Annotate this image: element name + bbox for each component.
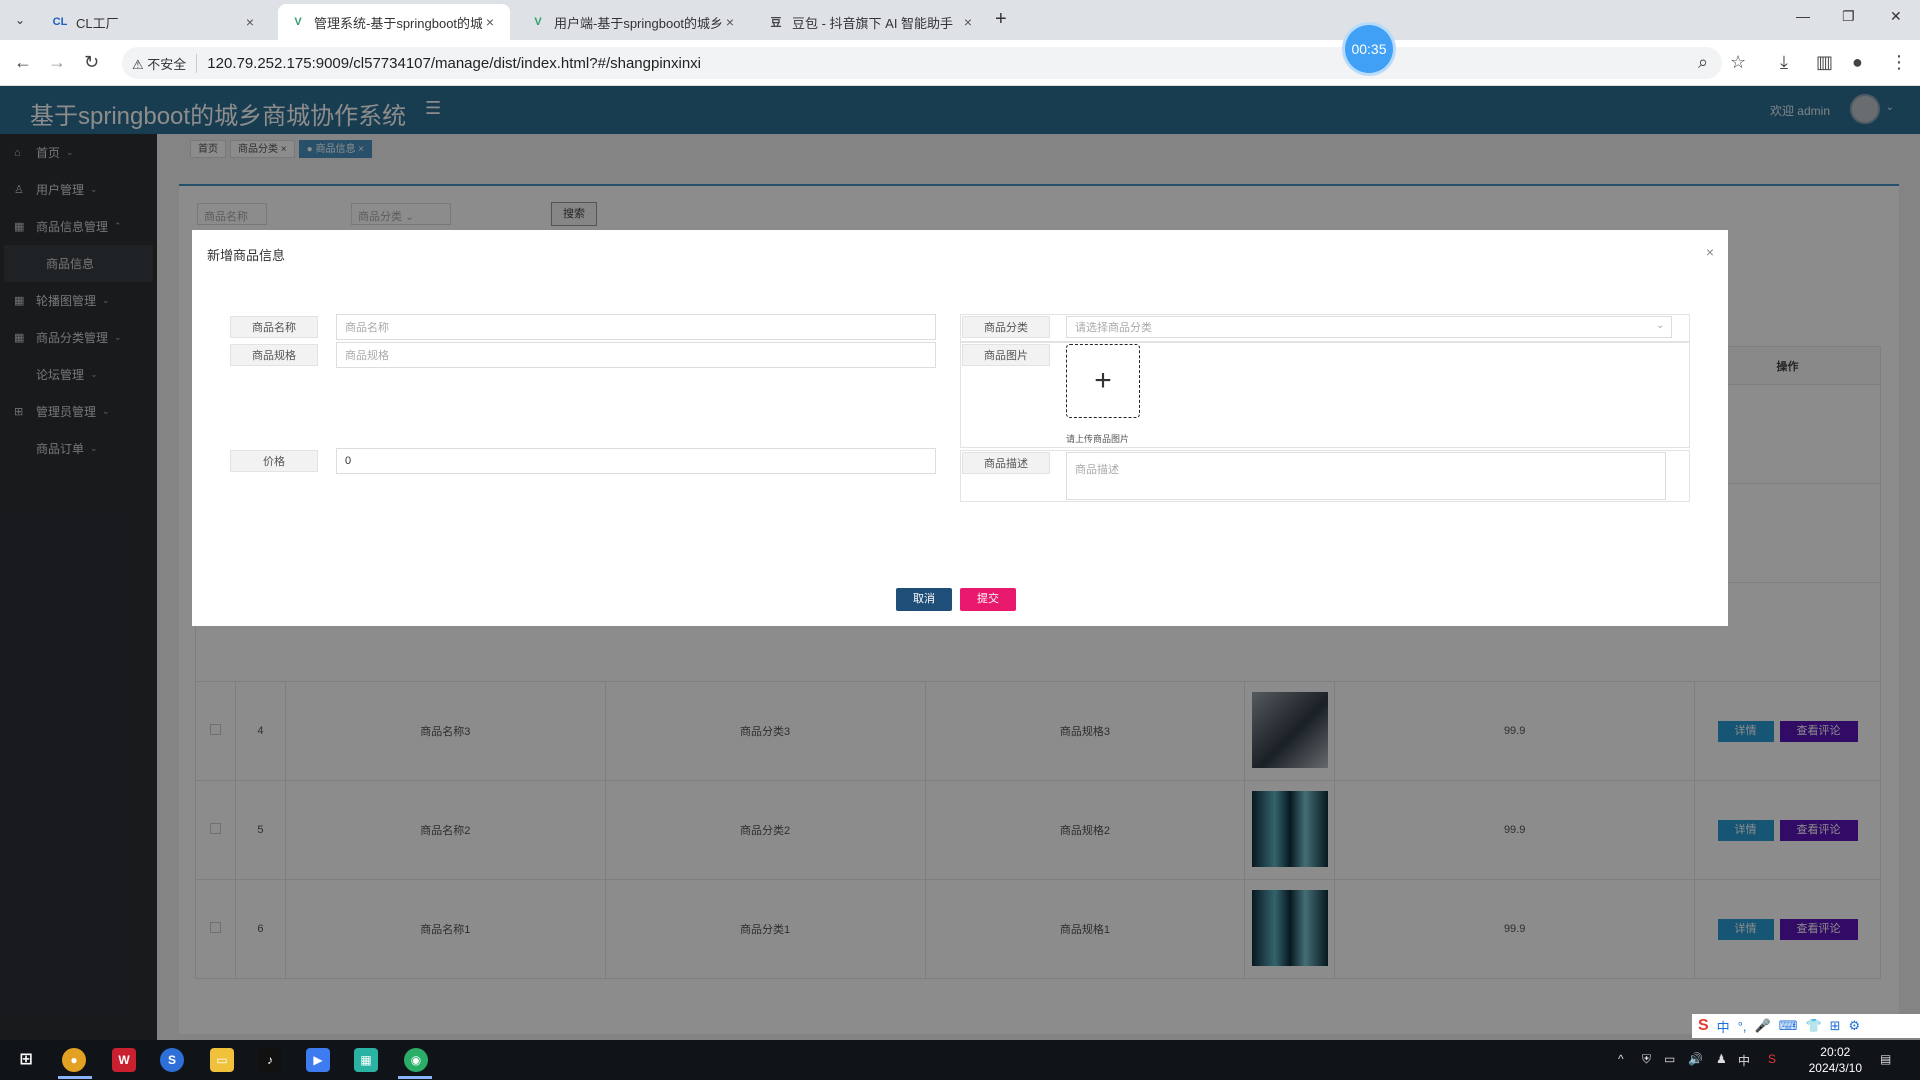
plus-icon: + — [1094, 364, 1112, 397]
security-indicator[interactable]: ⚠ 不安全 — [132, 53, 198, 73]
chevron-down-icon[interactable]: ⌄ — [1656, 320, 1664, 331]
vue-favicon-icon: V — [294, 16, 302, 28]
side-panel-icon[interactable]: ▥ — [1816, 52, 1833, 73]
tab-title: 管理系统-基于springboot的城 — [314, 15, 482, 31]
volume-icon[interactable]: 🔊 — [1688, 1052, 1703, 1066]
bookmark-star-icon[interactable]: ☆ — [1730, 52, 1746, 73]
skin-icon[interactable]: 👕 — [1805, 1018, 1821, 1034]
notification-icon[interactable]: ▤ — [1880, 1052, 1891, 1066]
system-clock[interactable]: 20:02 2024/3/10 — [1809, 1044, 1862, 1076]
category-select[interactable]: 请选择商品分类 — [1066, 316, 1672, 338]
tiktok-icon[interactable]: ♪ — [258, 1048, 282, 1072]
back-icon[interactable]: ← — [14, 52, 32, 73]
dialog-title: 新增商品信息 — [207, 248, 286, 263]
ime-indicator[interactable]: 中 — [1738, 1052, 1750, 1069]
upload-image-button[interactable]: + — [1066, 344, 1140, 418]
profile-icon[interactable]: ● — [1852, 52, 1863, 73]
download-icon[interactable]: ⤓ — [1780, 52, 1788, 73]
browser-app-icon[interactable]: S — [160, 1048, 184, 1072]
close-icon[interactable]: × — [242, 14, 258, 30]
keyboard-icon[interactable]: ⌨ — [1779, 1018, 1798, 1034]
product-spec-input[interactable]: 商品规格 — [336, 342, 936, 368]
windows-start-icon[interactable]: ⊞ — [14, 1048, 38, 1072]
cancel-button[interactable]: 取消 — [896, 588, 952, 611]
file-explorer-icon[interactable]: ▭ — [210, 1048, 234, 1072]
close-icon[interactable]: × — [722, 14, 738, 30]
add-product-dialog: 新增商品信息 × 商品名称 商品名称 商品规格 商品规格 价格 0 商品分类 请… — [192, 230, 1728, 626]
spec-label: 商品规格 — [230, 344, 318, 366]
address-bar[interactable]: ⚠ 不安全 120.79.252.175:9009/cl57734107/man… — [122, 47, 1722, 79]
cl-favicon-icon: CL — [52, 16, 68, 28]
sogou-logo-icon[interactable]: S — [1698, 1017, 1709, 1035]
product-name-input[interactable]: 商品名称 — [336, 314, 936, 340]
browser-tab-4[interactable]: 豆 豆包 - 抖音旗下 AI 智能助手 × — [756, 4, 988, 40]
url-text[interactable]: 120.79.252.175:9009/cl57734107/manage/di… — [207, 55, 701, 72]
store-app-icon[interactable]: ▦ — [354, 1048, 378, 1072]
windows-taskbar: ⊞ ● W S ▭ ♪ ▶ ▦ ◉ ^ ⛨ ▭ 🔊 ♟ 中 S 20:02 20… — [0, 1040, 1920, 1080]
tray-expand-icon[interactable]: ^ — [1618, 1052, 1624, 1066]
category-label: 商品分类 — [962, 316, 1050, 338]
minimize-icon[interactable]: — — [1796, 8, 1810, 24]
doubao-favicon-icon: 豆 — [770, 17, 782, 29]
forward-icon[interactable]: → — [48, 52, 66, 73]
media-player-icon[interactable]: ▶ — [306, 1048, 330, 1072]
name-label: 商品名称 — [230, 316, 318, 338]
punctuation-icon[interactable]: °, — [1738, 1019, 1747, 1034]
reload-icon[interactable]: ↻ — [84, 52, 99, 73]
shield-icon[interactable]: ⛨ — [1642, 1052, 1651, 1067]
tab-search-chevron-icon[interactable]: ⌄ — [8, 8, 32, 32]
sogou-tray-icon[interactable]: S — [1768, 1052, 1776, 1066]
browser-tab-3[interactable]: V 用户端-基于springboot的城乡 × — [518, 4, 750, 40]
submit-button[interactable]: 提交 — [960, 588, 1016, 611]
price-label: 价格 — [230, 450, 318, 472]
network-icon[interactable]: ▭ — [1664, 1052, 1675, 1066]
ime-tray-icon[interactable]: ♟ — [1716, 1052, 1727, 1066]
description-textarea[interactable]: 商品描述 — [1066, 452, 1666, 500]
microphone-icon[interactable]: 🎤 — [1755, 1018, 1771, 1034]
desc-label: 商品描述 — [962, 452, 1050, 474]
clock-time: 20:02 — [1820, 1045, 1851, 1059]
active-indicator — [398, 1076, 432, 1079]
security-label: 不安全 — [147, 56, 187, 72]
image-label: 商品图片 — [962, 344, 1050, 366]
tab-title: 豆包 - 抖音旗下 AI 智能助手 — [792, 15, 954, 31]
toolbox-icon[interactable]: ⊞ — [1830, 1018, 1841, 1034]
browser-tabstrip: ⌄ CL CL工厂 × V 管理系统-基于springboot的城 × V 用户… — [0, 0, 1920, 40]
vue-favicon-icon: V — [534, 16, 542, 28]
recording-timer[interactable]: 00:35 — [1345, 25, 1393, 73]
close-icon[interactable]: × — [960, 14, 976, 30]
tab-title: 用户端-基于springboot的城乡 — [554, 15, 722, 31]
ime-toolbar: S 中 °, 🎤 ⌨ 👕 ⊞ ⚙ — [1692, 1014, 1920, 1038]
clock-date: 2024/3/10 — [1808, 1061, 1862, 1075]
settings-icon[interactable]: ⚙ — [1849, 1018, 1861, 1034]
ime-mode[interactable]: 中 — [1717, 1017, 1730, 1036]
chrome-icon[interactable]: ● — [62, 1048, 86, 1072]
price-input[interactable]: 0 — [336, 448, 936, 474]
new-tab-icon[interactable]: + — [995, 8, 1007, 31]
window-close-icon[interactable]: ✕ — [1890, 8, 1902, 25]
wechat-icon[interactable]: ◉ — [404, 1048, 428, 1072]
browser-tab-2[interactable]: V 管理系统-基于springboot的城 × — [278, 4, 510, 40]
wps-icon[interactable]: W — [112, 1048, 136, 1072]
upload-tip: 请上传商品图片 — [1066, 434, 1130, 444]
zoom-icon[interactable]: ⌕ — [1698, 52, 1708, 73]
browser-toolbar: ← → ↻ ⚠ 不安全 120.79.252.175:9009/cl577341… — [0, 40, 1920, 86]
close-icon[interactable]: × — [1706, 244, 1714, 260]
close-icon[interactable]: × — [482, 14, 498, 30]
active-indicator — [58, 1076, 92, 1079]
browser-tab-1[interactable]: CL CL工厂 × — [40, 4, 270, 40]
more-menu-icon[interactable]: ⋮ — [1890, 52, 1908, 73]
tab-title: CL工厂 — [76, 15, 119, 31]
restore-icon[interactable]: ❐ — [1842, 8, 1855, 25]
